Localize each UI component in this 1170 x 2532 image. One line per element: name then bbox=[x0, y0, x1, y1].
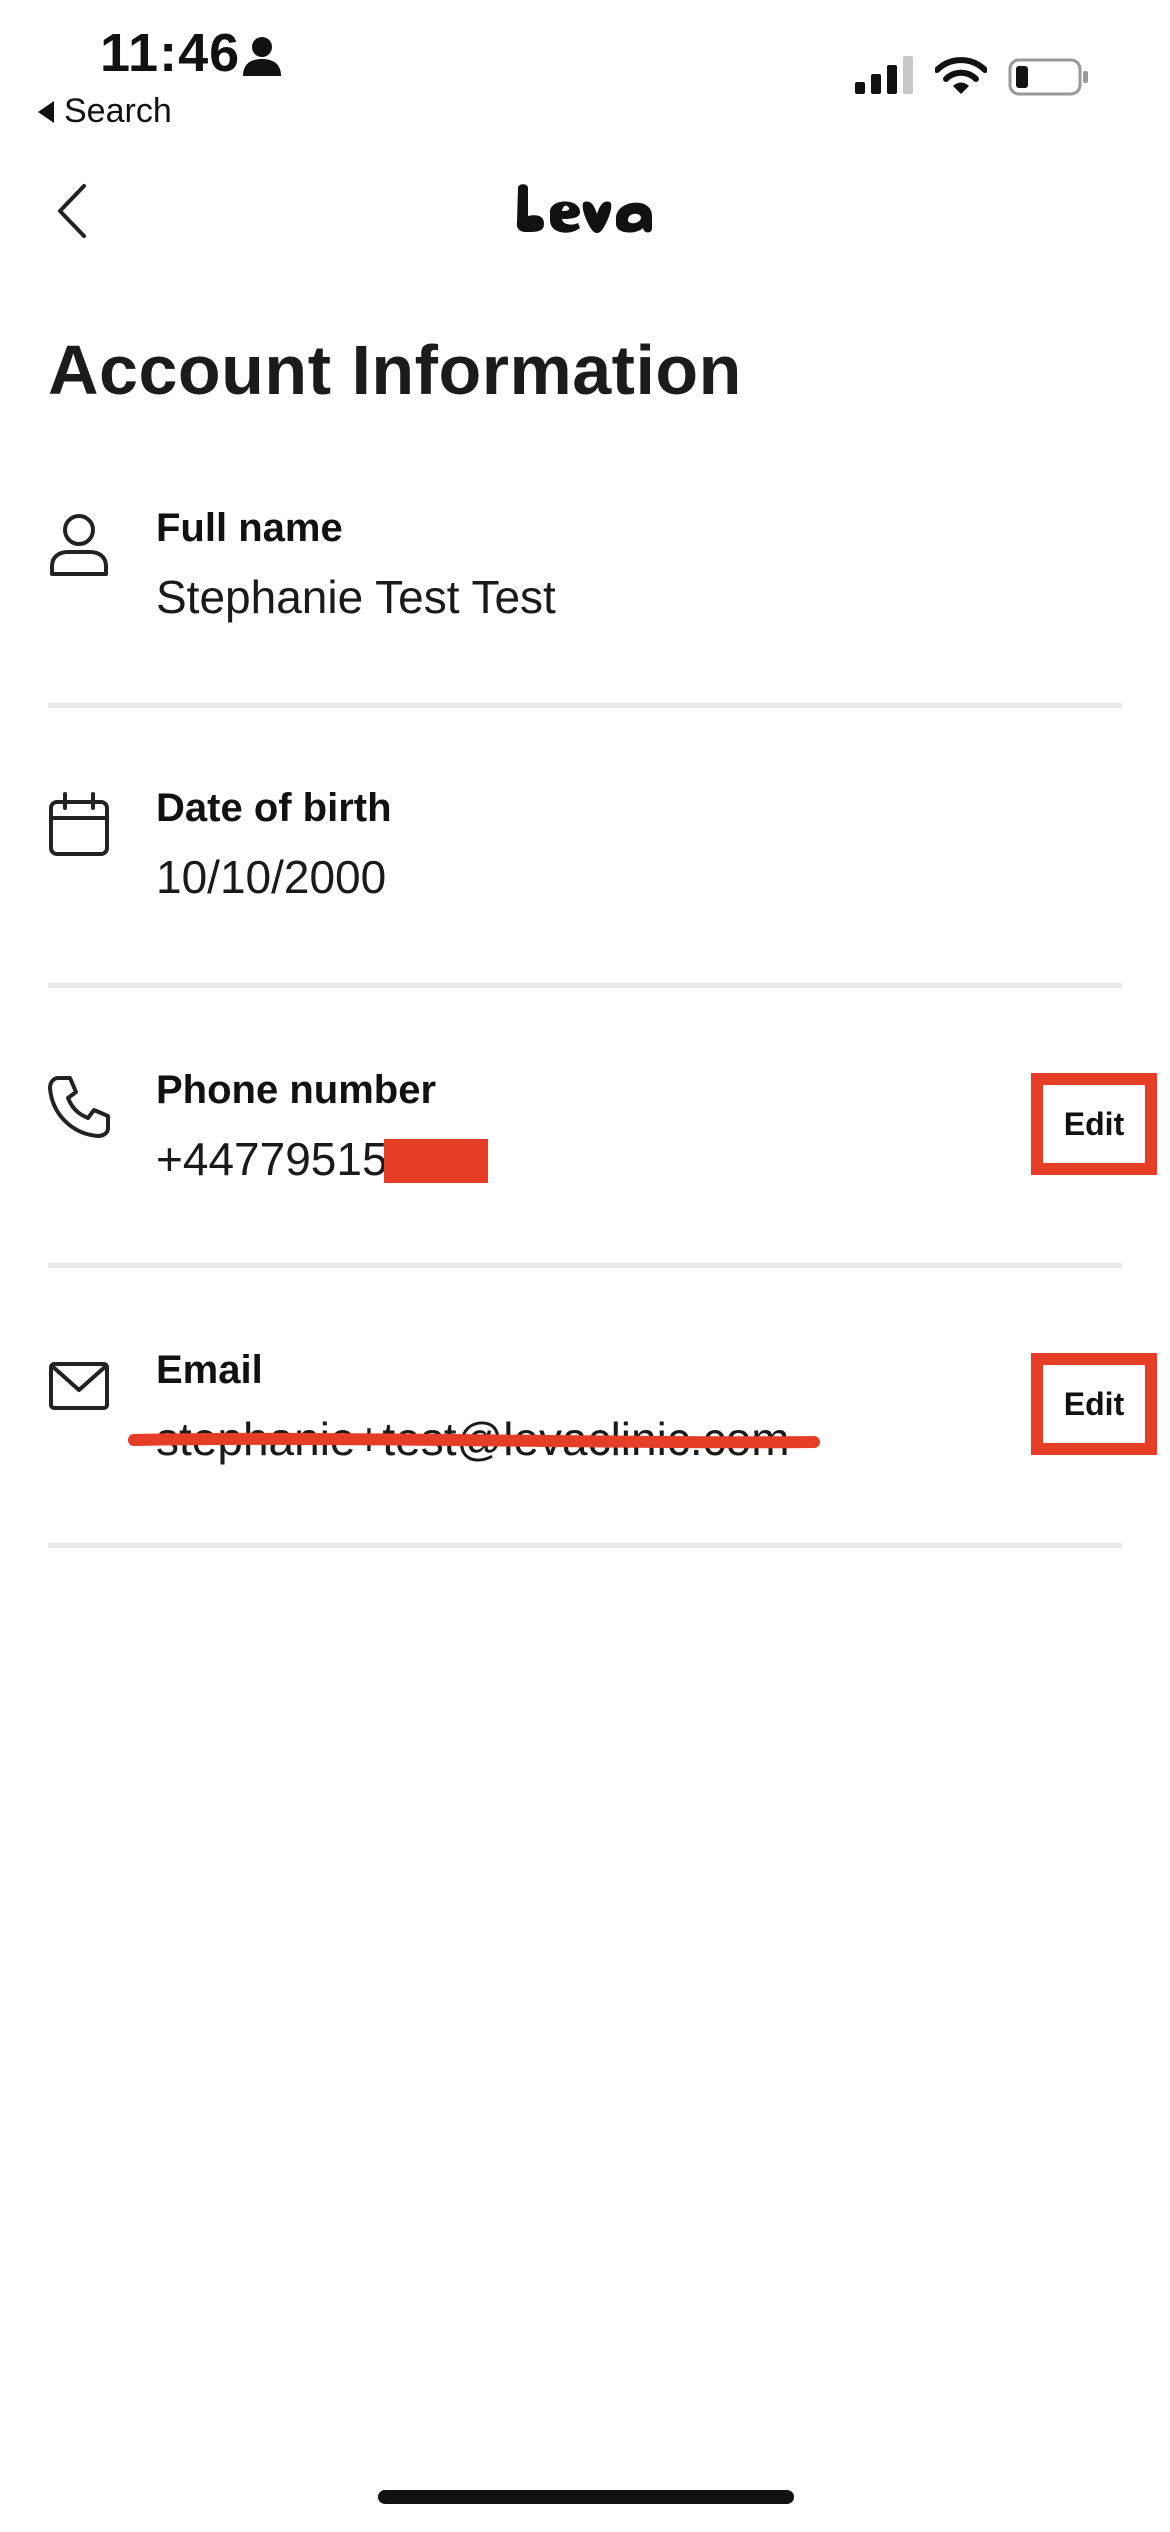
phone-number-label: Phone number bbox=[156, 1068, 437, 1112]
back-to-search-label: Search bbox=[64, 92, 172, 130]
phone-number-value: +44779515 bbox=[156, 1133, 388, 1185]
edit-email-button[interactable]: Edit bbox=[1031, 1353, 1157, 1455]
status-time: 11:46 bbox=[100, 23, 241, 83]
date-of-birth-row: Date of birth 10/10/2000 bbox=[0, 786, 1170, 992]
redaction-strike bbox=[128, 1432, 820, 1449]
full-name-row: Full name Stephanie Test Test bbox=[0, 506, 1170, 712]
phone-icon bbox=[48, 1076, 110, 1138]
edit-phone-button[interactable]: Edit bbox=[1031, 1073, 1157, 1175]
email-row: Email stephanie+test@levaclinic.com bbox=[0, 1348, 1170, 1554]
cellular-signal-icon bbox=[855, 56, 913, 94]
divider bbox=[48, 1543, 1122, 1548]
leva-logo bbox=[516, 184, 652, 233]
envelope-icon bbox=[49, 1362, 109, 1410]
page-title: Account Information bbox=[48, 331, 742, 409]
date-of-birth-label: Date of birth bbox=[156, 786, 392, 830]
divider bbox=[48, 983, 1122, 988]
back-to-search-link[interactable]: Search bbox=[38, 92, 172, 131]
battery-icon bbox=[1008, 58, 1088, 96]
person-icon bbox=[50, 514, 108, 576]
back-triangle-icon bbox=[38, 100, 54, 123]
home-indicator[interactable] bbox=[378, 2490, 794, 2504]
person-status-icon bbox=[243, 37, 281, 76]
wifi-icon bbox=[935, 57, 987, 94]
email-label: Email bbox=[156, 1348, 263, 1392]
date-of-birth-value: 10/10/2000 bbox=[156, 851, 387, 903]
divider bbox=[48, 1263, 1122, 1268]
full-name-value: Stephanie Test Test bbox=[156, 571, 556, 623]
divider bbox=[48, 703, 1122, 708]
full-name-label: Full name bbox=[156, 506, 343, 550]
calendar-icon bbox=[49, 792, 109, 856]
phone-number-row: Phone number +44779515 bbox=[0, 1068, 1170, 1274]
redaction-mark bbox=[384, 1139, 488, 1183]
chevron-left-icon[interactable] bbox=[48, 180, 98, 242]
